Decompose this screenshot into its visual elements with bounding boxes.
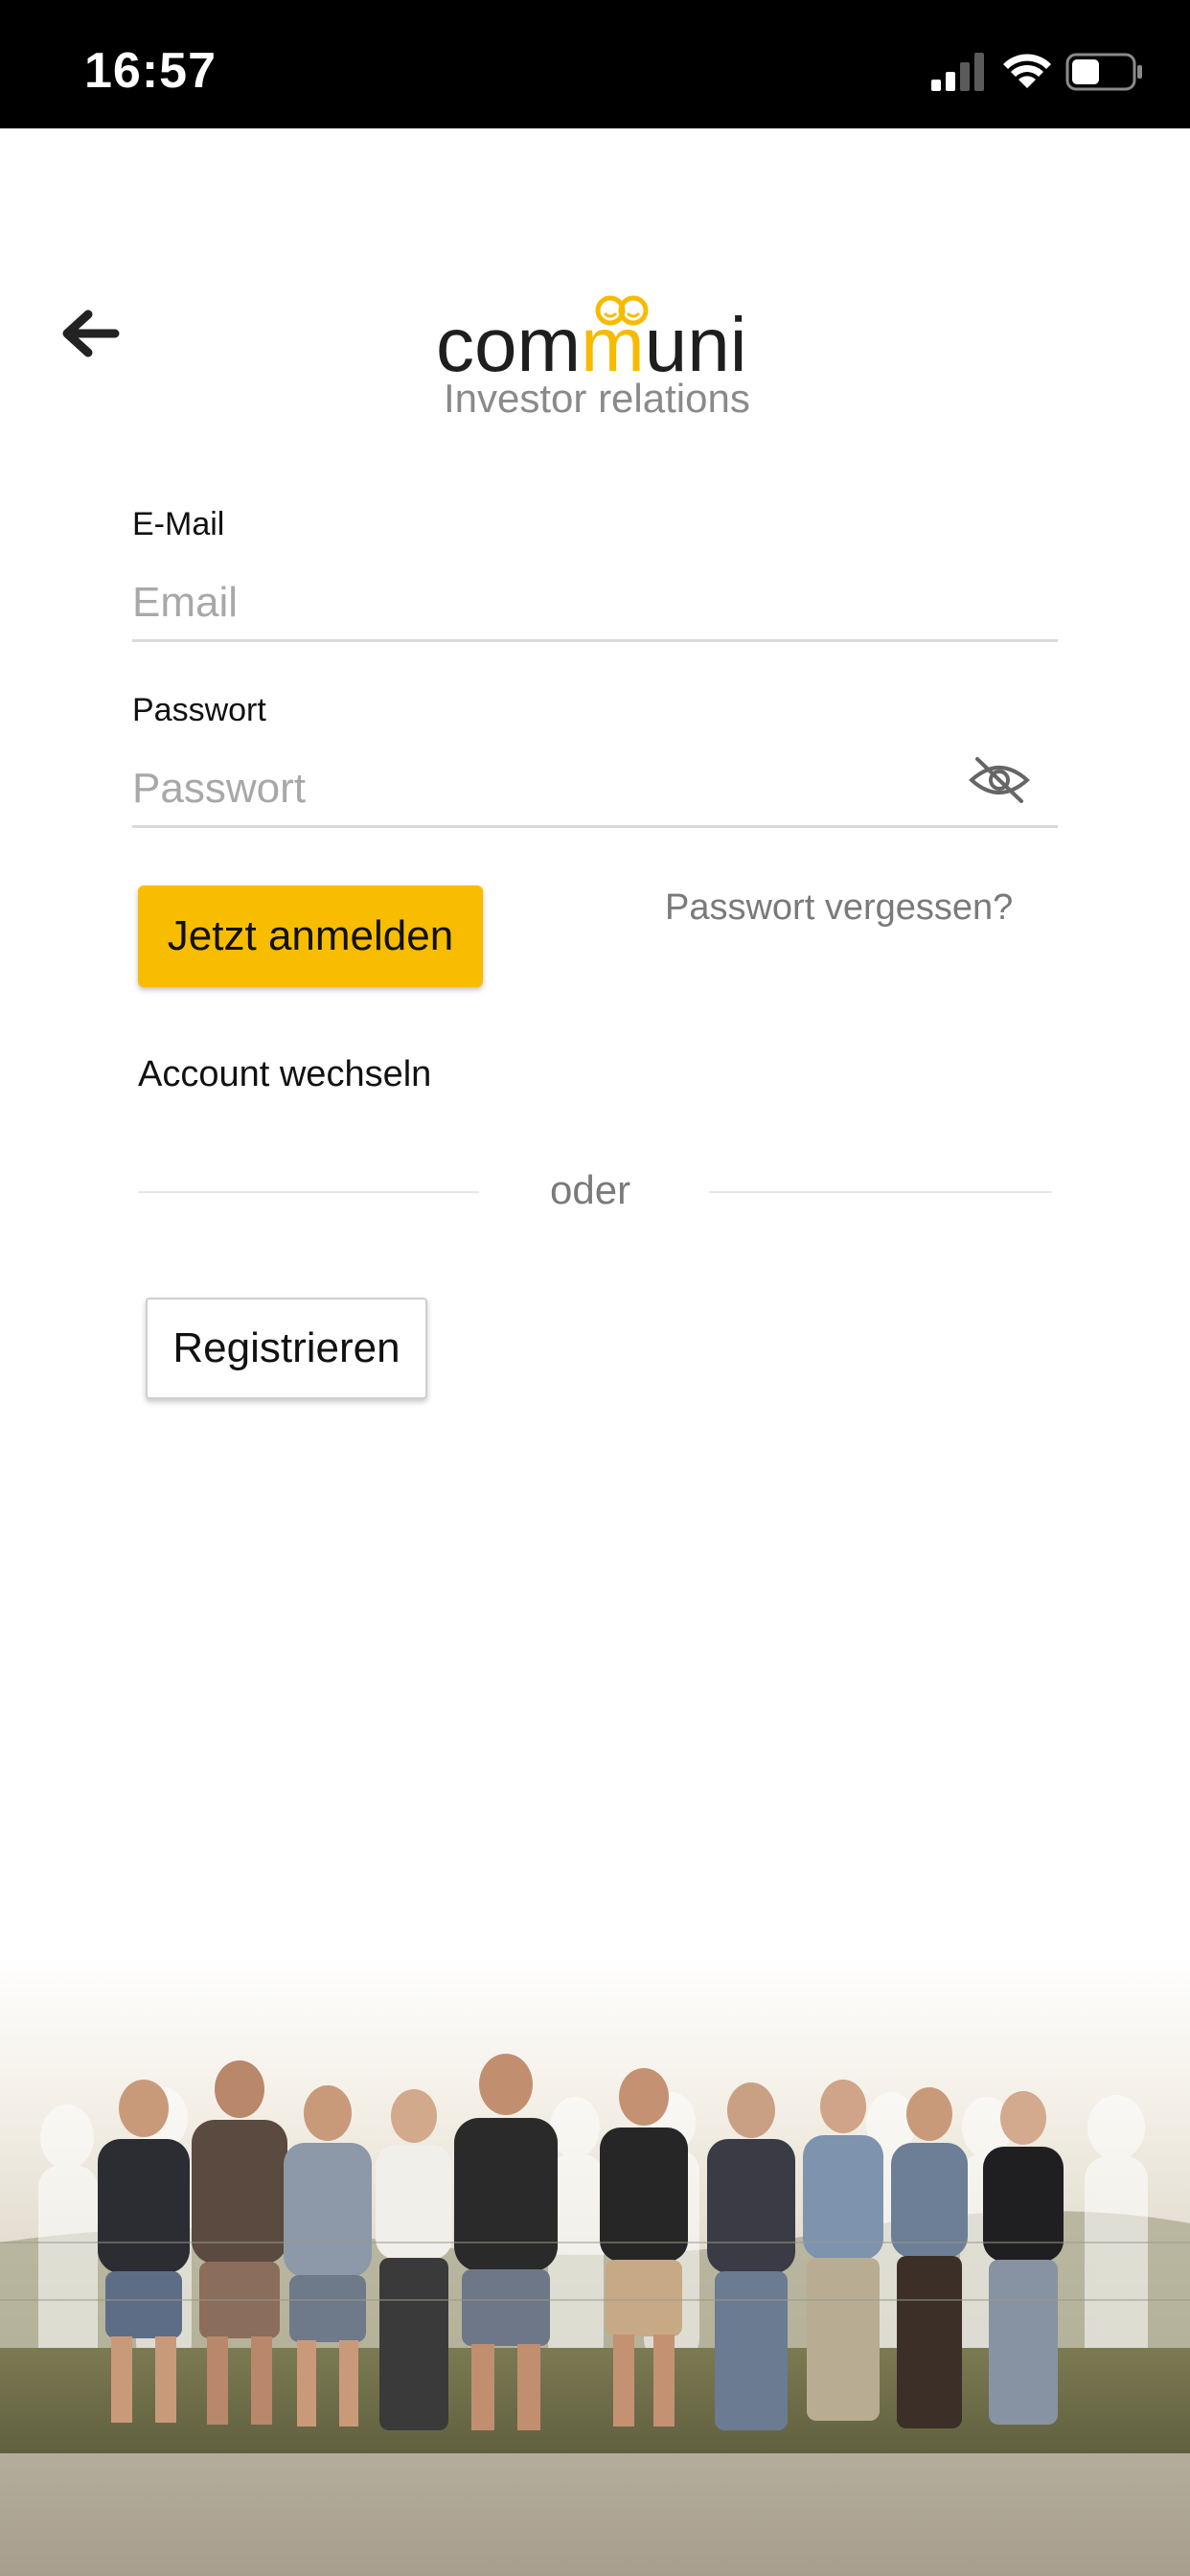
- arrow-left-icon[interactable]: [56, 305, 123, 362]
- eye-slash-icon[interactable]: [968, 753, 1031, 807]
- password-field[interactable]: [132, 751, 1058, 828]
- status-time: 16:57: [84, 43, 217, 99]
- email-label: E-Mail: [132, 506, 225, 542]
- register-button[interactable]: Registrieren: [146, 1298, 427, 1399]
- password-label: Passwort: [132, 692, 266, 728]
- battery-icon: [1065, 53, 1142, 91]
- signal-icon: [931, 53, 984, 91]
- login-button[interactable]: Jetzt anmelden: [138, 886, 483, 987]
- communi-logo: communi Investor relations: [436, 288, 762, 422]
- logo-wordmark: communi: [436, 307, 747, 383]
- divider-label: oder: [550, 1167, 631, 1212]
- forgot-password-link[interactable]: Passwort vergessen?: [665, 887, 1013, 929]
- logo-word-end: uni: [644, 302, 747, 387]
- switch-account-link[interactable]: Account wechseln: [138, 1054, 431, 1095]
- divider-line-right: [709, 1191, 1052, 1193]
- wifi-icon: [1003, 54, 1051, 88]
- email-field[interactable]: [132, 565, 1058, 642]
- status-bar: 16:57: [0, 0, 1190, 128]
- logo-word-start: com: [436, 302, 582, 387]
- logo-word-m: m: [581, 302, 645, 387]
- divider-line-left: [138, 1191, 479, 1193]
- logo-subtitle: Investor relations: [444, 376, 750, 421]
- team-photo: [0, 1955, 1190, 2576]
